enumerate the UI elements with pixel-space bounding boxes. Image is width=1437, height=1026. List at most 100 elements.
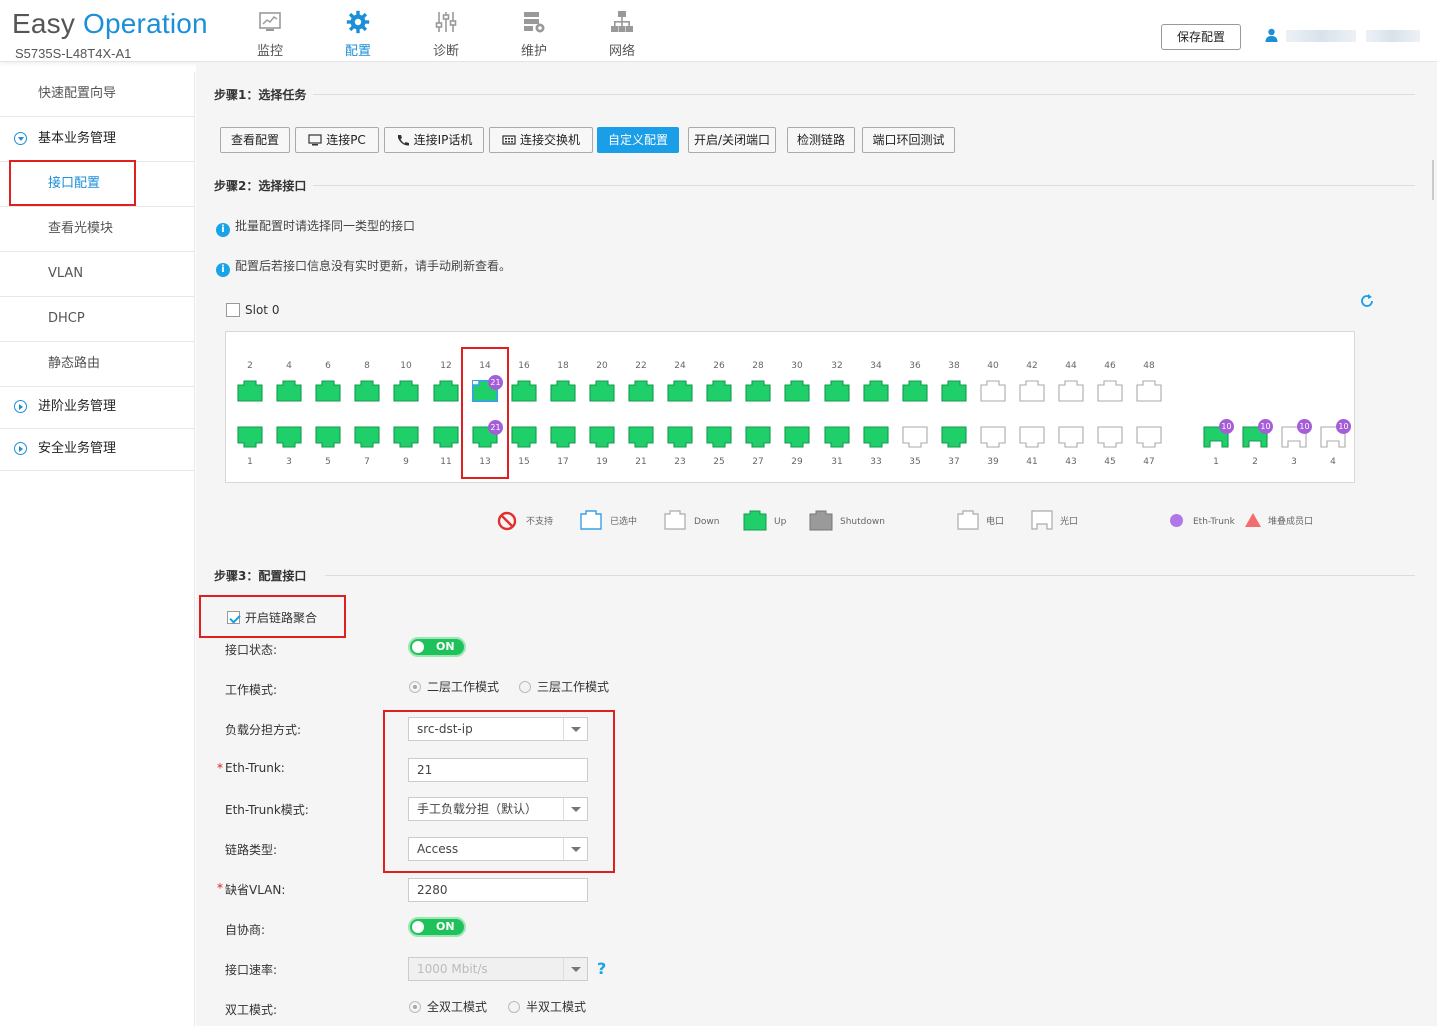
port-12[interactable] <box>433 380 459 402</box>
refresh-icon[interactable] <box>1359 293 1375 309</box>
port-23[interactable] <box>667 426 693 448</box>
duplex-half-radio[interactable] <box>508 1001 520 1013</box>
port-40[interactable] <box>980 380 1006 402</box>
port-38[interactable] <box>941 380 967 402</box>
legend-stack-member: 堆叠成员口 <box>1268 517 1314 527</box>
port-15[interactable] <box>511 426 537 448</box>
port-28[interactable] <box>745 380 771 402</box>
port-21[interactable] <box>628 426 654 448</box>
port-48[interactable] <box>1136 380 1162 402</box>
top-bar: Easy Operation S5735S-L48T4X-A1 监控 配置 诊断… <box>0 0 1437 62</box>
legend-up: Up <box>774 517 787 527</box>
port-26[interactable] <box>706 380 732 402</box>
port-1[interactable] <box>237 426 263 448</box>
port-7[interactable] <box>354 426 380 448</box>
port-11[interactable] <box>433 426 459 448</box>
task-view-config[interactable]: 查看配置 <box>220 127 290 153</box>
port-22[interactable] <box>628 380 654 402</box>
fiber-port-icon <box>1031 510 1053 530</box>
task-loopback-test[interactable]: 端口环回测试 <box>862 127 955 153</box>
user-icon[interactable] <box>1265 28 1278 42</box>
port-3[interactable] <box>276 426 302 448</box>
sidebar: 快速配置向导 基本业务管理 接口配置 查看光模块 VLAN DHCP 静态路由 … <box>0 72 195 1026</box>
nav-diagnose[interactable]: 诊断 <box>416 0 476 60</box>
port-29[interactable] <box>784 426 810 448</box>
port-number-label: 45 <box>1104 457 1116 467</box>
task-connect-pc[interactable]: 连接PC <box>295 127 379 153</box>
port-32[interactable] <box>824 380 850 402</box>
port-31[interactable] <box>824 426 850 448</box>
port-10[interactable] <box>393 380 419 402</box>
port-33[interactable] <box>863 426 889 448</box>
port-20[interactable] <box>589 380 615 402</box>
default-vlan-input[interactable]: 2280 <box>408 878 588 902</box>
scrollbar[interactable] <box>1432 160 1434 200</box>
work-mode-l2-radio[interactable] <box>409 681 421 693</box>
nav-monitor[interactable]: 监控 <box>240 0 300 60</box>
port-number-label: 7 <box>364 457 370 467</box>
port-47[interactable] <box>1136 426 1162 448</box>
port-2[interactable] <box>237 380 263 402</box>
port-4[interactable] <box>276 380 302 402</box>
monitor-icon <box>259 12 281 31</box>
sidebar-group-advanced[interactable]: 进阶业务管理 <box>0 387 195 429</box>
port-27[interactable] <box>745 426 771 448</box>
slot-label: Slot 0 <box>245 303 280 317</box>
task-label: 连接IP话机 <box>413 133 473 147</box>
port-16[interactable] <box>511 380 537 402</box>
port-41[interactable] <box>1019 426 1045 448</box>
sidebar-item-quick-wizard[interactable]: 快速配置向导 <box>0 72 195 117</box>
nav-label: 维护 <box>520 44 547 59</box>
sidebar-item-optical-module[interactable]: 查看光模块 <box>0 207 195 252</box>
port-37[interactable] <box>941 426 967 448</box>
nav-config[interactable]: 配置 <box>328 0 388 60</box>
port-number-label: 46 <box>1104 361 1116 371</box>
task-label: 自定义配置 <box>607 133 668 147</box>
port-25[interactable] <box>706 426 732 448</box>
port-19[interactable] <box>589 426 615 448</box>
work-mode-l3-radio[interactable] <box>519 681 531 693</box>
sidebar-item-static-route[interactable]: 静态路由 <box>0 342 195 387</box>
port-46[interactable] <box>1097 380 1123 402</box>
task-custom-config[interactable]: 自定义配置 <box>597 127 679 153</box>
task-check-link[interactable]: 检测链路 <box>787 127 855 153</box>
port-status-toggle[interactable]: ON <box>408 637 466 657</box>
port-18[interactable] <box>550 380 576 402</box>
task-toggle-port[interactable]: 开启/关闭端口 <box>688 127 776 153</box>
port-39[interactable] <box>980 426 1006 448</box>
slot-checkbox[interactable] <box>226 303 240 317</box>
port-5[interactable] <box>315 426 341 448</box>
port-6[interactable] <box>315 380 341 402</box>
port-36[interactable] <box>902 380 928 402</box>
port-number-label: 12 <box>440 361 452 371</box>
sidebar-item-vlan[interactable]: VLAN <box>0 252 195 297</box>
sidebar-group-security[interactable]: 安全业务管理 <box>0 429 195 471</box>
sidebar-group-basic[interactable]: 基本业务管理 <box>0 117 195 162</box>
port-45[interactable] <box>1097 426 1123 448</box>
help-icon[interactable]: ? <box>597 959 606 978</box>
port-24[interactable] <box>667 380 693 402</box>
port-42[interactable] <box>1019 380 1045 402</box>
port-number-label: 31 <box>831 457 843 467</box>
port-number-label: 27 <box>752 457 764 467</box>
port-17[interactable] <box>550 426 576 448</box>
sidebar-item-label: VLAN <box>48 266 84 281</box>
port-44[interactable] <box>1058 380 1084 402</box>
port-34[interactable] <box>863 380 889 402</box>
autoneg-toggle[interactable]: ON <box>408 917 466 937</box>
save-config-button[interactable]: 保存配置 <box>1161 24 1241 50</box>
sidebar-item-label: 基本业务管理 <box>38 131 117 146</box>
sidebar-item-dhcp[interactable]: DHCP <box>0 297 195 342</box>
port-43[interactable] <box>1058 426 1084 448</box>
nav-network[interactable]: 网络 <box>592 0 652 60</box>
task-connect-ip-phone[interactable]: 连接IP话机 <box>384 127 484 153</box>
nav-maintain[interactable]: 维护 <box>504 0 564 60</box>
port-number-label: 25 <box>713 457 725 467</box>
port-30[interactable] <box>784 380 810 402</box>
port-9[interactable] <box>393 426 419 448</box>
port-8[interactable] <box>354 380 380 402</box>
task-connect-switch[interactable]: 连接交换机 <box>489 127 593 153</box>
port-35[interactable] <box>902 426 928 448</box>
duplex-full-radio[interactable] <box>409 1001 421 1013</box>
port-number-label: 3 <box>286 457 292 467</box>
